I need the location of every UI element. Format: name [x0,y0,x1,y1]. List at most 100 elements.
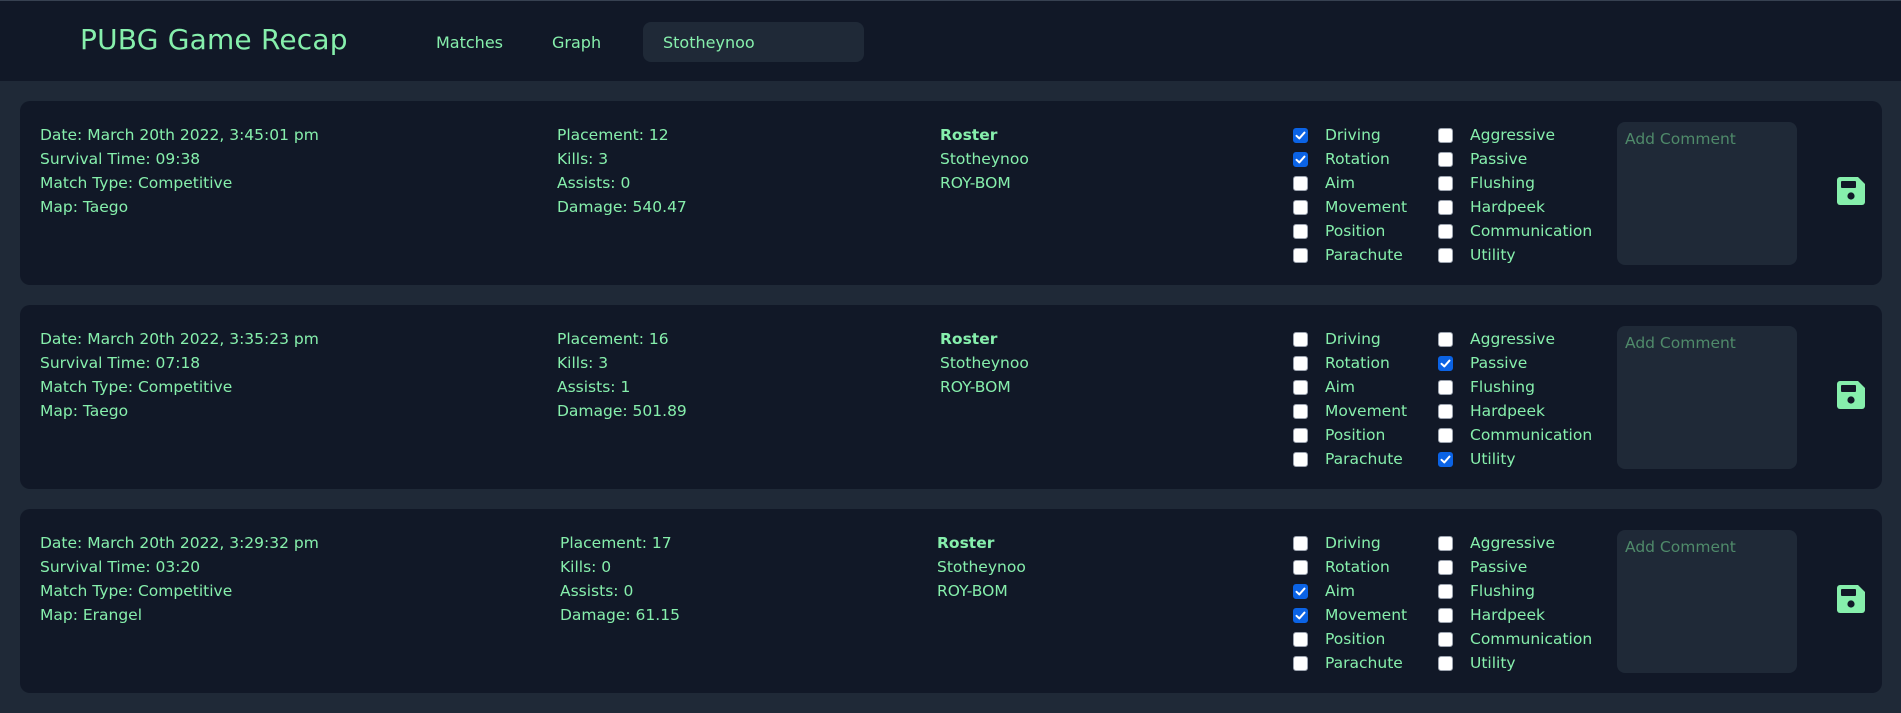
comment-textarea[interactable] [1617,326,1797,469]
floppy-disk-icon[interactable] [1837,177,1865,205]
roster-player[interactable]: Stotheynoo [940,351,1029,375]
tag-option-position[interactable]: Position [1293,423,1407,447]
app-title[interactable]: PUBG Game Recap [80,23,348,56]
tag-option-flushing[interactable]: Flushing [1438,171,1592,195]
tag-option-utility[interactable]: Utility [1438,447,1592,471]
tag-option-flushing[interactable]: Flushing [1438,579,1592,603]
tag-checkbox[interactable] [1293,655,1308,671]
tag-option-aim[interactable]: Aim [1293,375,1407,399]
tag-checkbox[interactable] [1293,151,1308,167]
tag-checkbox[interactable] [1293,583,1308,599]
tag-label: Hardpeek [1470,198,1545,216]
tag-checkbox[interactable] [1438,127,1453,143]
tag-option-aim[interactable]: Aim [1293,171,1407,195]
tag-option-flushing[interactable]: Flushing [1438,375,1592,399]
roster-player[interactable]: ROY-BOM [940,171,1029,195]
tag-option-rotation[interactable]: Rotation [1293,555,1407,579]
kills: Kills: 3 [557,150,609,168]
tag-option-aim[interactable]: Aim [1293,579,1407,603]
tag-option-driving[interactable]: Driving [1293,531,1407,555]
tag-option-rotation[interactable]: Rotation [1293,351,1407,375]
nav-graph-link[interactable]: Graph [552,33,601,52]
roster-player[interactable]: ROY-BOM [940,375,1029,399]
tag-checkbox[interactable] [1438,355,1453,371]
tag-option-aggressive[interactable]: Aggressive [1438,327,1592,351]
tag-option-passive[interactable]: Passive [1438,555,1592,579]
tag-label: Position [1325,426,1386,444]
tag-checkbox[interactable] [1293,175,1308,191]
tag-option-communication[interactable]: Communication [1438,627,1592,651]
tag-label: Parachute [1325,246,1403,264]
tag-label: Communication [1470,426,1593,444]
tag-option-hardpeek[interactable]: Hardpeek [1438,399,1592,423]
roster-player[interactable]: ROY-BOM [937,579,1026,603]
tag-option-movement[interactable]: Movement [1293,399,1407,423]
tag-checkbox[interactable] [1438,151,1453,167]
tag-checkbox[interactable] [1438,331,1453,347]
tag-option-utility[interactable]: Utility [1438,651,1592,675]
tag-checkbox[interactable] [1293,355,1308,371]
tag-checkbox[interactable] [1438,175,1453,191]
tag-checkbox[interactable] [1438,247,1453,263]
tag-checkbox[interactable] [1293,607,1308,623]
survival-time: Survival Time: 07:18 [40,354,201,372]
tag-checkbox[interactable] [1438,427,1453,443]
tag-group-right: Aggressive Passive Flushing Hardpeek Communi… [1438,327,1592,471]
tag-checkbox[interactable] [1438,631,1453,647]
tag-checkbox[interactable] [1293,247,1308,263]
tag-checkbox[interactable] [1293,379,1308,395]
roster-player[interactable]: Stotheynoo [937,555,1026,579]
comment-textarea[interactable] [1617,122,1797,265]
comment-textarea[interactable] [1617,530,1797,673]
tag-option-movement[interactable]: Movement [1293,603,1407,627]
player-search-input[interactable] [643,22,864,62]
tag-checkbox[interactable] [1293,535,1308,551]
tag-option-parachute[interactable]: Parachute [1293,243,1407,267]
tag-checkbox[interactable] [1438,583,1453,599]
tag-option-passive[interactable]: Passive [1438,147,1592,171]
tag-option-utility[interactable]: Utility [1438,243,1592,267]
kills: Kills: 3 [557,354,609,372]
tag-checkbox[interactable] [1438,223,1453,239]
tag-checkbox[interactable] [1438,655,1453,671]
tag-checkbox[interactable] [1438,379,1453,395]
tag-option-driving[interactable]: Driving [1293,327,1407,351]
tag-option-communication[interactable]: Communication [1438,423,1592,447]
match-info: Date: March 20th 2022, 3:35:23 pm Surviv… [40,327,319,423]
tag-checkbox[interactable] [1293,559,1308,575]
tag-checkbox[interactable] [1438,199,1453,215]
roster-player[interactable]: Stotheynoo [940,147,1029,171]
roster: Roster Stotheynoo ROY-BOM [940,327,1029,399]
tag-option-hardpeek[interactable]: Hardpeek [1438,603,1592,627]
nav-matches-link[interactable]: Matches [436,33,503,52]
tag-checkbox[interactable] [1438,403,1453,419]
tag-checkbox[interactable] [1438,559,1453,575]
roster-heading: Roster [940,126,998,144]
tag-checkbox[interactable] [1293,199,1308,215]
tag-option-movement[interactable]: Movement [1293,195,1407,219]
tag-option-hardpeek[interactable]: Hardpeek [1438,195,1592,219]
tag-checkbox[interactable] [1438,535,1453,551]
tag-option-position[interactable]: Position [1293,627,1407,651]
tag-checkbox[interactable] [1438,607,1453,623]
tag-option-parachute[interactable]: Parachute [1293,447,1407,471]
tag-checkbox[interactable] [1293,427,1308,443]
tag-option-parachute[interactable]: Parachute [1293,651,1407,675]
tag-checkbox[interactable] [1293,127,1308,143]
floppy-disk-icon[interactable] [1837,585,1865,613]
tag-option-passive[interactable]: Passive [1438,351,1592,375]
tag-option-rotation[interactable]: Rotation [1293,147,1407,171]
tag-option-communication[interactable]: Communication [1438,219,1592,243]
tag-checkbox[interactable] [1438,451,1453,467]
tag-checkbox[interactable] [1293,403,1308,419]
floppy-disk-icon[interactable] [1837,381,1865,409]
tag-checkbox[interactable] [1293,451,1308,467]
checkmark-icon [1295,155,1306,163]
tag-option-aggressive[interactable]: Aggressive [1438,531,1592,555]
tag-option-position[interactable]: Position [1293,219,1407,243]
tag-option-driving[interactable]: Driving [1293,123,1407,147]
tag-option-aggressive[interactable]: Aggressive [1438,123,1592,147]
tag-checkbox[interactable] [1293,223,1308,239]
tag-checkbox[interactable] [1293,631,1308,647]
tag-checkbox[interactable] [1293,331,1308,347]
